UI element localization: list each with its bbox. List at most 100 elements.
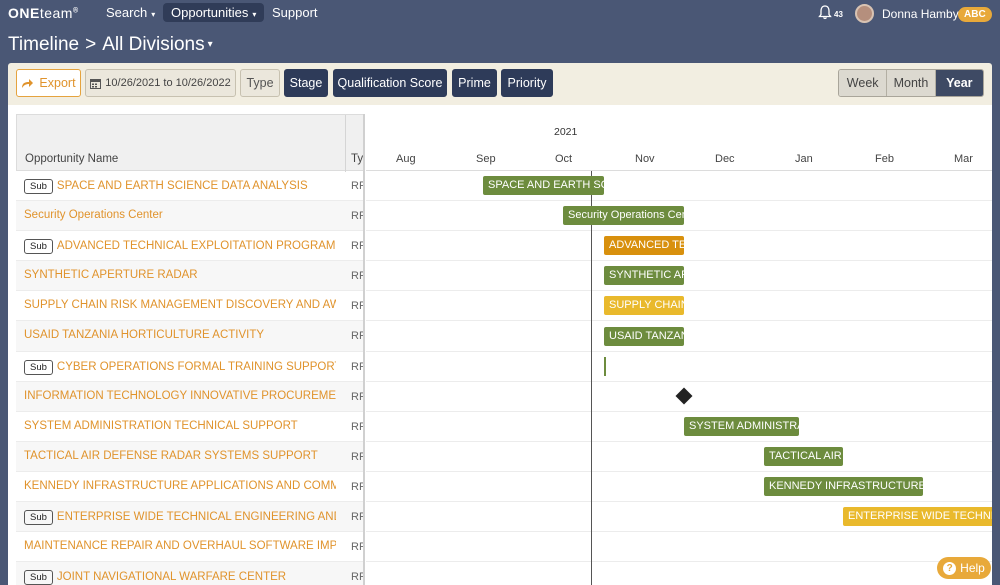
sub-badge: Sub [24, 179, 53, 194]
timeline-panel: Opportunity Name Ty Sub SPACE AND EARTH S… [8, 105, 992, 585]
table-row: Sub SPACE AND EARTH SCIENCE DATA ANALYSIS… [16, 171, 365, 202]
gantt-row [366, 352, 992, 382]
calendar-icon [90, 78, 102, 89]
month-label: Mar [954, 153, 973, 165]
sub-badge: Sub [24, 570, 53, 585]
view-year-button[interactable]: Year [935, 70, 983, 96]
sub-badge: Sub [24, 359, 53, 375]
table-row: INFORMATION TECHNOLOGY INNOVATIVE PROCUR… [16, 381, 365, 412]
column-header-name[interactable]: Opportunity Name [25, 153, 118, 165]
org-badge[interactable]: ABC [958, 7, 992, 22]
date-range-button[interactable]: 10/26/2021 to 10/26/2022 [85, 69, 236, 97]
opportunity-link[interactable]: SYSTEM ADMINISTRATION TECHNICAL SUPPORT [24, 420, 336, 432]
month-label: Aug [396, 153, 416, 165]
timeline-bar[interactable]: USAID TANZANIA HORTICULTURE ACTIVITY [604, 326, 684, 346]
timeline-bar[interactable]: SUPPLY CHAIN RISK MANAGEMENT DISCOVERY A… [604, 296, 684, 316]
timeline-bar[interactable]: KENNEDY INFRASTRUCTURE APPLICATIONS AND … [764, 477, 923, 496]
grid-splitter[interactable] [363, 114, 365, 585]
view-week-button[interactable]: Week [839, 70, 888, 96]
opportunity-link[interactable]: Sub SPACE AND EARTH SCIENCE DATA ANALYSIS [24, 179, 336, 194]
opportunity-link[interactable]: TACTICAL AIR DEFENSE RADAR SYSTEMS SUPPO… [24, 450, 336, 462]
month-label: Feb [875, 153, 894, 165]
notification-count: 43 [834, 10, 843, 19]
prime-filter-button[interactable]: Prime [452, 69, 497, 97]
today-line [591, 171, 592, 585]
gantt-header: 2021 Aug Sep Oct Nov Dec Jan Feb Mar [366, 114, 992, 171]
chevron-down-icon: ▾ [151, 10, 156, 19]
nav-search[interactable]: Search ▾ [106, 5, 155, 20]
timeline-bar[interactable]: TACTICAL AIR DEFENSE RADAR SYSTEMS SUPPO… [764, 446, 843, 466]
view-toggle: Week Month Year [838, 69, 984, 97]
division-selector[interactable]: All Divisions [102, 34, 204, 55]
gantt-row [366, 442, 992, 472]
breadcrumb-timeline[interactable]: Timeline [8, 34, 79, 55]
gantt-row [366, 562, 992, 585]
view-month-button[interactable]: Month [887, 70, 936, 96]
gantt-row [366, 532, 992, 563]
opportunity-link[interactable]: Sub ENTERPRISE WIDE TECHNICAL ENGINEERING… [24, 510, 336, 526]
month-label: Dec [715, 153, 735, 165]
opportunity-link[interactable]: SUPPLY CHAIN RISK MANAGEMENT DISCOVERY A… [24, 299, 336, 311]
opportunity-link[interactable]: SYNTHETIC APERTURE RADAR [24, 269, 336, 281]
type-filter-button[interactable]: Type [240, 69, 280, 97]
toolbar: Export 10/26/2021 to 10/26/2022 Type Sta… [8, 63, 992, 105]
share-icon [22, 78, 34, 88]
timeline-bar[interactable]: SYNTHETIC APERTURE RADAR [604, 266, 684, 286]
column-header-type[interactable]: Ty [351, 153, 363, 165]
breadcrumb: Timeline > All Divisions ▾ [8, 34, 213, 55]
table-row: SUPPLY CHAIN RISK MANAGEMENT DISCOVERY A… [16, 291, 365, 322]
sub-badge: Sub [24, 510, 53, 526]
table-row: MAINTENANCE REPAIR AND OVERHAUL SOFTWARE… [16, 532, 365, 563]
timeline-bar[interactable]: ADVANCED TECHNICAL EXPLOITATION PROGRAM [604, 236, 684, 256]
table-row: Sub ENTERPRISE WIDE TECHNICAL ENGINEERING… [16, 502, 365, 533]
priority-filter-button[interactable]: Priority [501, 69, 553, 97]
sub-badge: Sub [24, 239, 53, 255]
month-label: Jan [795, 153, 813, 165]
user-name[interactable]: Donna Hamby [882, 7, 959, 21]
table-row: SYSTEM ADMINISTRATION TECHNICAL SUPPORT R… [16, 412, 365, 442]
opportunity-link[interactable]: Sub CYBER OPERATIONS FORMAL TRAINING SUPP… [24, 359, 336, 375]
timeline-bar[interactable]: SYSTEM ADMINISTRATION TECHNICAL SUPPORT [684, 416, 799, 436]
table-row: Sub CYBER OPERATIONS FORMAL TRAINING SUPP… [16, 352, 365, 382]
oneteam-logo[interactable]: ONEteam® [8, 5, 79, 21]
timeline-bar[interactable]: ENTERPRISE WIDE TECHNICAL ENGINEERING AN… [843, 507, 992, 527]
month-label: Nov [635, 153, 655, 165]
table-row: Sub JOINT NAVIGATIONAL WARFARE CENTER RF [16, 562, 365, 585]
month-label: Oct [555, 153, 573, 165]
milestone-marker[interactable] [604, 356, 606, 376]
table-row: KENNEDY INFRASTRUCTURE APPLICATIONS AND … [16, 472, 365, 503]
qualification-score-button[interactable]: Qualification Score [333, 69, 447, 97]
opportunity-link[interactable]: USAID TANZANIA HORTICULTURE ACTIVITY [24, 329, 336, 341]
gantt-row [366, 171, 992, 202]
timeline-bar[interactable]: SPACE AND EARTH SCIENCE DATA ANALYSIS [483, 176, 604, 195]
opportunity-link[interactable]: INFORMATION TECHNOLOGY INNOVATIVE PROCUR… [24, 390, 336, 402]
table-row: SYNTHETIC APERTURE RADAR RF [16, 261, 365, 292]
table-row: USAID TANZANIA HORTICULTURE ACTIVITY RF [16, 321, 365, 352]
question-icon: ? [943, 561, 957, 575]
opportunity-link[interactable]: MAINTENANCE REPAIR AND OVERHAUL SOFTWARE… [24, 540, 336, 552]
export-button[interactable]: Export [16, 69, 81, 97]
opportunity-grid: Opportunity Name Ty Sub SPACE AND EARTH S… [16, 114, 365, 585]
nav-support[interactable]: Support [272, 5, 318, 20]
timeline-bar[interactable]: Security Operations Center [563, 206, 684, 226]
table-row: Security Operations Center RF [16, 201, 365, 232]
gantt-chart: 2021 Aug Sep Oct Nov Dec Jan Feb Mar SPACE AND … [366, 114, 992, 585]
gantt-row [366, 412, 992, 442]
help-button[interactable]: ? Help [937, 557, 991, 579]
column-divider[interactable] [345, 115, 346, 172]
grid-header: Opportunity Name Ty [16, 114, 365, 172]
year-label: 2021 [554, 126, 578, 138]
stage-filter-button[interactable]: Stage [284, 69, 328, 97]
opportunity-link[interactable]: Sub ADVANCED TECHNICAL EXPLOITATION PROGR… [24, 239, 336, 255]
month-label: Sep [476, 153, 496, 165]
bell-icon[interactable] [818, 5, 832, 23]
top-nav: ONEteam® Search ▾ Opportunities ▾ Support … [0, 0, 1000, 26]
opportunity-link[interactable]: Security Operations Center [24, 209, 336, 221]
avatar[interactable] [855, 4, 874, 23]
opportunity-link[interactable]: Sub JOINT NAVIGATIONAL WARFARE CENTER [24, 570, 336, 585]
grid-rows: Sub SPACE AND EARTH SCIENCE DATA ANALYSIS… [16, 171, 365, 585]
chevron-down-icon[interactable]: ▾ [208, 39, 213, 50]
opportunity-link[interactable]: KENNEDY INFRASTRUCTURE APPLICATIONS AND … [24, 480, 336, 492]
table-row: Sub ADVANCED TECHNICAL EXPLOITATION PROGR… [16, 231, 365, 262]
nav-opportunities[interactable]: Opportunities ▾ [163, 3, 265, 22]
